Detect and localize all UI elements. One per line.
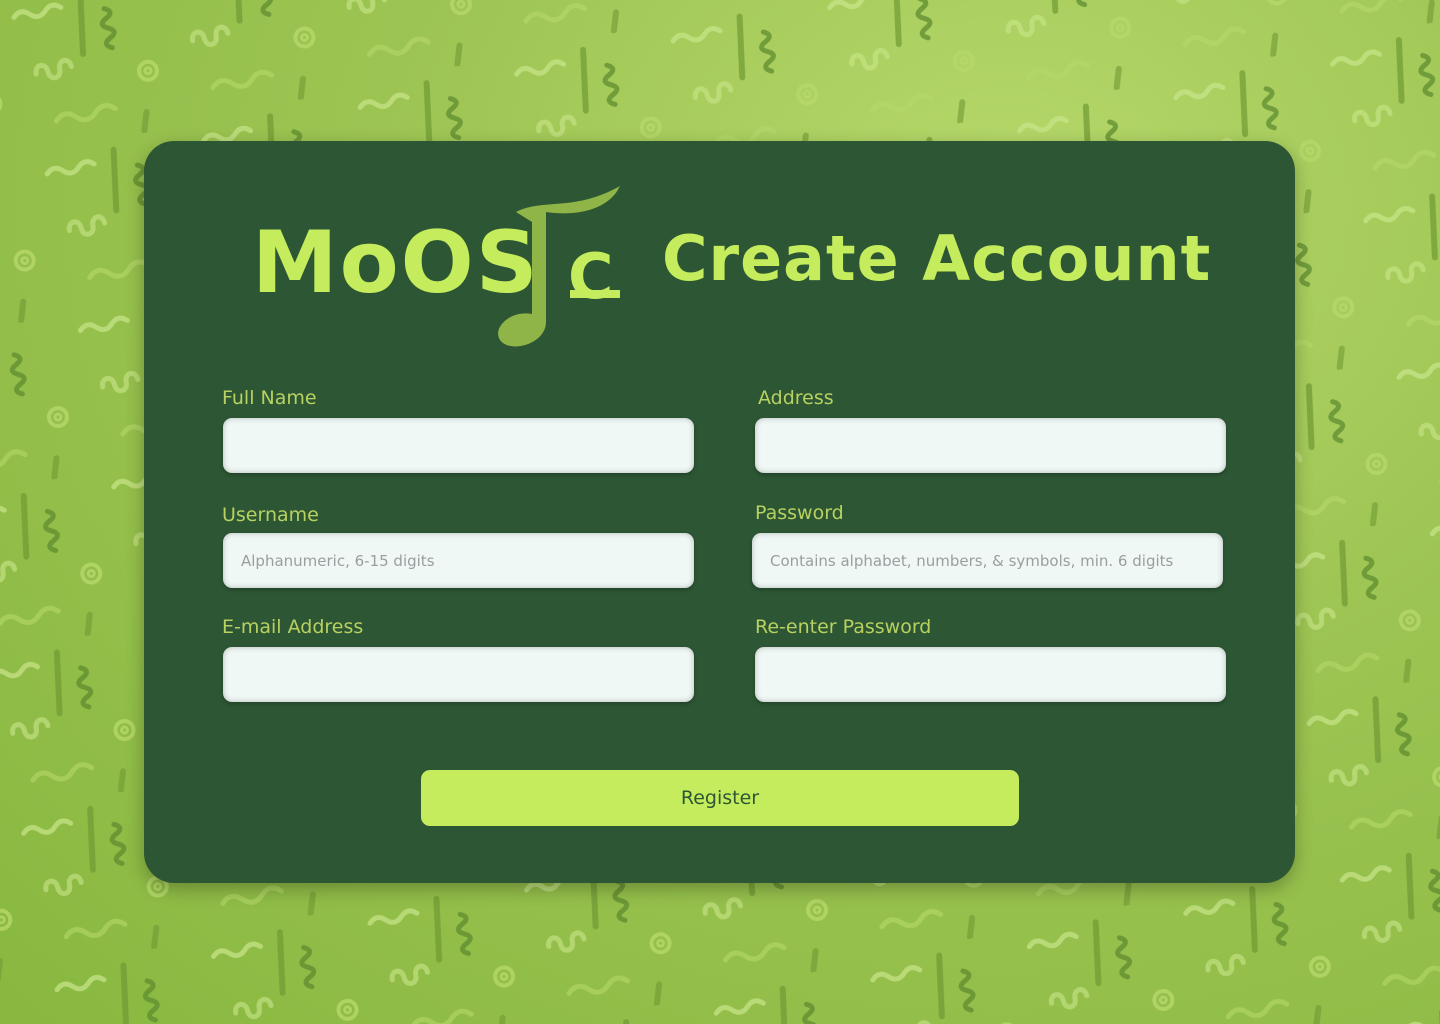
- full-name-label: Full Name: [222, 387, 317, 409]
- address-label: Address: [758, 387, 834, 409]
- password-label: Password: [755, 502, 844, 524]
- music-note-icon: C: [498, 186, 620, 347]
- page-title: Create Account: [662, 222, 1212, 295]
- logo-tail: C: [568, 240, 614, 313]
- register-button[interactable]: Register: [421, 770, 1019, 826]
- password-input[interactable]: [752, 533, 1223, 588]
- address-input[interactable]: [755, 418, 1226, 473]
- username-input[interactable]: [223, 533, 694, 588]
- reenter-password-input[interactable]: [755, 647, 1226, 702]
- username-label: Username: [222, 504, 319, 526]
- email-input[interactable]: [223, 647, 694, 702]
- full-name-input[interactable]: [223, 418, 694, 473]
- email-label: E-mail Address: [222, 616, 364, 638]
- reenter-password-label: Re-enter Password: [755, 616, 932, 638]
- moosic-logo: MoOS C: [248, 182, 648, 357]
